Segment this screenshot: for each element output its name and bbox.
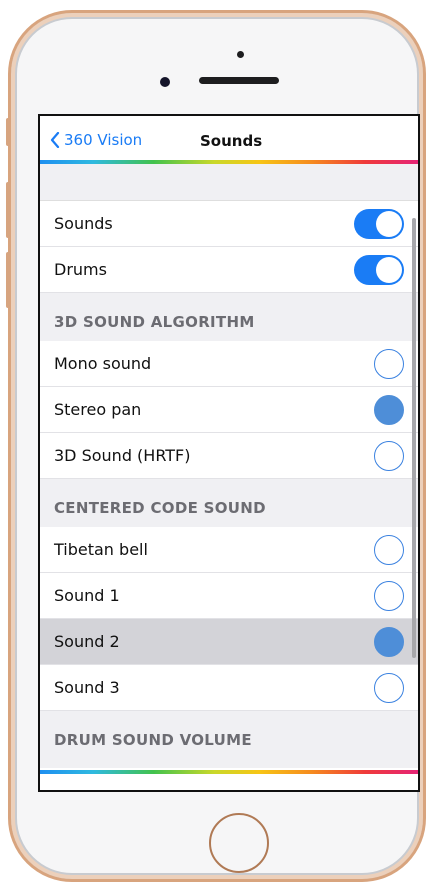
app-screen: 360 Vision Sounds Sounds Drums 3D SOUND …: [38, 114, 420, 792]
navigation-bar: 360 Vision Sounds: [40, 116, 418, 160]
back-button[interactable]: 360 Vision: [50, 131, 142, 149]
settings-list: Sounds Drums 3D SOUND ALGORITHM Mono sou…: [40, 164, 418, 772]
option-row-sound-3[interactable]: Sound 3: [40, 665, 418, 711]
list-top-spacer: [40, 164, 418, 201]
row-label: Sound 3: [54, 678, 120, 697]
home-button[interactable]: [209, 813, 269, 873]
drums-toggle-row[interactable]: Drums: [40, 247, 418, 293]
option-row-tibetan-bell[interactable]: Tibetan bell: [40, 527, 418, 573]
sounds-toggle-row[interactable]: Sounds: [40, 201, 418, 247]
option-row-mono[interactable]: Mono sound: [40, 341, 418, 387]
volume-up-button: [6, 182, 10, 238]
page-title: Sounds: [200, 132, 263, 150]
radio-mono[interactable]: [374, 348, 404, 379]
chevron-left-icon: [50, 132, 60, 148]
front-camera: [160, 77, 170, 87]
radio-tibetan-bell[interactable]: [374, 534, 404, 565]
row-label: Sound 1: [54, 586, 120, 605]
scrollbar[interactable]: [412, 218, 416, 658]
rainbow-divider-bottom: [40, 770, 418, 774]
radio-stereo[interactable]: [374, 394, 404, 425]
drums-toggle[interactable]: [354, 254, 404, 285]
sounds-toggle[interactable]: [354, 208, 404, 239]
mute-switch: [6, 118, 10, 146]
row-label: Tibetan bell: [54, 540, 148, 559]
radio-sound-3[interactable]: [374, 672, 404, 703]
row-label: Stereo pan: [54, 400, 142, 419]
section-header-algorithm: 3D SOUND ALGORITHM: [54, 313, 255, 331]
row-label: Sound 2: [54, 632, 120, 651]
row-label: Sounds: [54, 214, 113, 233]
row-label: 3D Sound (HRTF): [54, 446, 191, 465]
radio-hrtf[interactable]: [374, 440, 404, 471]
radio-sound-2[interactable]: [374, 626, 404, 657]
section-header-drum-volume: DRUM SOUND VOLUME: [54, 731, 252, 749]
back-label: 360 Vision: [64, 131, 143, 149]
option-row-stereo[interactable]: Stereo pan: [40, 387, 418, 433]
row-label: Drums: [54, 260, 107, 279]
option-row-sound-1[interactable]: Sound 1: [40, 573, 418, 619]
section-header-centered: CENTERED CODE SOUND: [54, 499, 266, 517]
option-row-hrtf[interactable]: 3D Sound (HRTF): [40, 433, 418, 479]
volume-down-button: [6, 252, 10, 308]
earpiece-speaker: [199, 77, 279, 84]
proximity-sensor: [237, 51, 244, 58]
row-label: Mono sound: [54, 354, 152, 373]
radio-sound-1[interactable]: [374, 580, 404, 611]
option-row-sound-2[interactable]: Sound 2: [40, 619, 418, 665]
